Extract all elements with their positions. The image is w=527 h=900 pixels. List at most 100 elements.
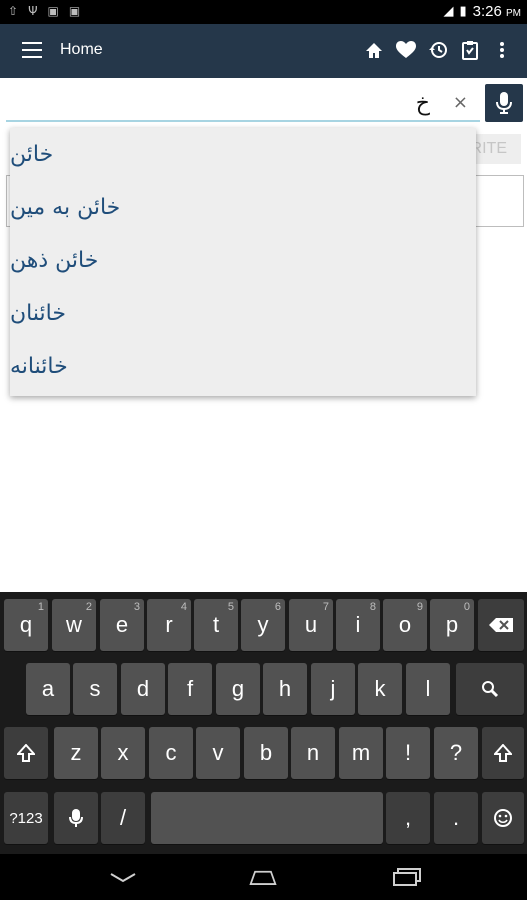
recents-icon[interactable] bbox=[392, 866, 422, 888]
key-i[interactable]: i8 bbox=[336, 599, 380, 651]
key-label: i bbox=[355, 612, 361, 637]
system-icons: ◢ ▮ 3:26 PM bbox=[443, 3, 521, 20]
key-hint: 9 bbox=[416, 601, 423, 613]
history-icon[interactable] bbox=[427, 39, 449, 61]
key-m[interactable]: m bbox=[339, 727, 383, 779]
key-j[interactable]: j bbox=[311, 663, 355, 715]
key-p[interactable]: p0 bbox=[430, 599, 474, 651]
key-label: w bbox=[66, 612, 82, 637]
clock-time: 3:26 bbox=[472, 3, 502, 20]
key-c[interactable]: c bbox=[149, 727, 193, 779]
status-bar: ⇧ Ψ ▣ ▣ ◢ ▮ 3:26 PM bbox=[0, 0, 527, 24]
wifi-icon: ◢ bbox=[443, 4, 454, 19]
key-k[interactable]: k bbox=[358, 663, 402, 715]
microphone-icon bbox=[496, 92, 512, 114]
key-label: r bbox=[165, 612, 173, 637]
key-f[interactable]: f bbox=[168, 663, 212, 715]
key-period[interactable]: . bbox=[434, 792, 478, 844]
suggestion-item[interactable]: خائنان bbox=[10, 287, 476, 340]
key-slash[interactable]: / bbox=[101, 792, 145, 844]
favorite-heart-icon[interactable] bbox=[395, 39, 417, 61]
search-input[interactable] bbox=[130, 88, 430, 118]
key-hint: 3 bbox=[133, 601, 140, 613]
clear-icon[interactable]: × bbox=[453, 92, 468, 113]
key-label: e bbox=[115, 612, 129, 637]
key-t[interactable]: t5 bbox=[194, 599, 238, 651]
key-label: q bbox=[19, 612, 33, 637]
key-d[interactable]: d bbox=[121, 663, 165, 715]
key-exclamation[interactable]: ! bbox=[386, 727, 430, 779]
key-x[interactable]: x bbox=[101, 727, 145, 779]
key-symbols[interactable]: ?123 bbox=[4, 792, 48, 844]
soft-keyboard: q1 w2 e3 r4 t5 y6 u7 i8 o9 p0 a s d f g … bbox=[0, 592, 527, 854]
app-bar-actions bbox=[363, 39, 513, 61]
backspace-icon bbox=[489, 618, 513, 632]
photo-icon: ▣ bbox=[68, 4, 81, 18]
key-emoji[interactable] bbox=[482, 792, 524, 844]
back-chevron-icon[interactable] bbox=[108, 866, 138, 888]
key-hint: 7 bbox=[322, 601, 329, 613]
search-icon bbox=[482, 681, 499, 698]
shift-icon bbox=[494, 744, 512, 762]
key-voice[interactable] bbox=[54, 792, 98, 844]
key-s[interactable]: s bbox=[73, 663, 117, 715]
key-comma[interactable]: , bbox=[386, 792, 430, 844]
key-w[interactable]: w2 bbox=[52, 599, 96, 651]
key-search[interactable] bbox=[456, 663, 524, 715]
key-label: t bbox=[212, 612, 220, 637]
key-question[interactable]: ? bbox=[434, 727, 478, 779]
app-bar: Home bbox=[0, 24, 527, 78]
microphone-icon bbox=[69, 809, 83, 827]
suggestion-item[interactable]: خائنانه bbox=[10, 340, 476, 393]
menu-icon[interactable] bbox=[22, 42, 42, 58]
home-icon[interactable] bbox=[363, 39, 385, 61]
voice-search-button[interactable] bbox=[485, 84, 523, 122]
image-icon: ▣ bbox=[47, 4, 59, 18]
page-title: Home bbox=[60, 41, 103, 58]
key-h[interactable]: h bbox=[263, 663, 307, 715]
key-u[interactable]: u7 bbox=[289, 599, 333, 651]
more-vert-icon[interactable] bbox=[491, 39, 513, 61]
key-q[interactable]: q1 bbox=[4, 599, 48, 651]
key-label: o bbox=[398, 612, 412, 637]
usb-icon: Ψ bbox=[28, 4, 38, 18]
key-hint: 0 bbox=[463, 601, 470, 613]
key-label: u bbox=[304, 612, 318, 637]
clipboard-icon[interactable] bbox=[459, 39, 481, 61]
upload-icon: ⇧ bbox=[8, 4, 19, 18]
key-shift-right[interactable] bbox=[482, 727, 524, 779]
key-l[interactable]: l bbox=[406, 663, 450, 715]
suggestion-item[interactable]: خائن به مین bbox=[10, 181, 476, 234]
key-e[interactable]: e3 bbox=[100, 599, 144, 651]
battery-icon: ▮ bbox=[459, 4, 467, 19]
key-r[interactable]: r4 bbox=[147, 599, 191, 651]
clock: 3:26 PM bbox=[473, 3, 521, 20]
key-backspace[interactable] bbox=[478, 599, 524, 651]
search-field: × bbox=[6, 82, 480, 122]
key-shift-left[interactable] bbox=[4, 727, 48, 779]
key-hint: 6 bbox=[274, 601, 281, 613]
key-hint: 1 bbox=[37, 601, 44, 613]
notification-icons: ⇧ Ψ ▣ ▣ bbox=[8, 4, 80, 18]
suggestion-item[interactable]: خائن bbox=[10, 128, 476, 181]
key-space[interactable] bbox=[151, 792, 383, 844]
key-hint: 4 bbox=[180, 601, 187, 613]
key-b[interactable]: b bbox=[244, 727, 288, 779]
key-o[interactable]: o9 bbox=[383, 599, 427, 651]
suggestion-item[interactable]: خائن ذهن bbox=[10, 234, 476, 287]
emoji-icon bbox=[494, 809, 512, 827]
key-g[interactable]: g bbox=[216, 663, 260, 715]
clock-ampm: PM bbox=[506, 8, 521, 19]
key-hint: 8 bbox=[369, 601, 376, 613]
shift-icon bbox=[17, 744, 35, 762]
key-n[interactable]: n bbox=[291, 727, 335, 779]
key-y[interactable]: y6 bbox=[241, 599, 285, 651]
home-nav-icon[interactable] bbox=[248, 866, 278, 888]
key-label: y bbox=[257, 612, 269, 637]
key-a[interactable]: a bbox=[26, 663, 70, 715]
key-hint: 2 bbox=[85, 601, 92, 613]
autocomplete-dropdown: خائن خائن به مین خائن ذهن خائنان خائنانه bbox=[10, 128, 476, 396]
key-v[interactable]: v bbox=[196, 727, 240, 779]
search-row: × bbox=[0, 78, 527, 126]
key-z[interactable]: z bbox=[54, 727, 98, 779]
